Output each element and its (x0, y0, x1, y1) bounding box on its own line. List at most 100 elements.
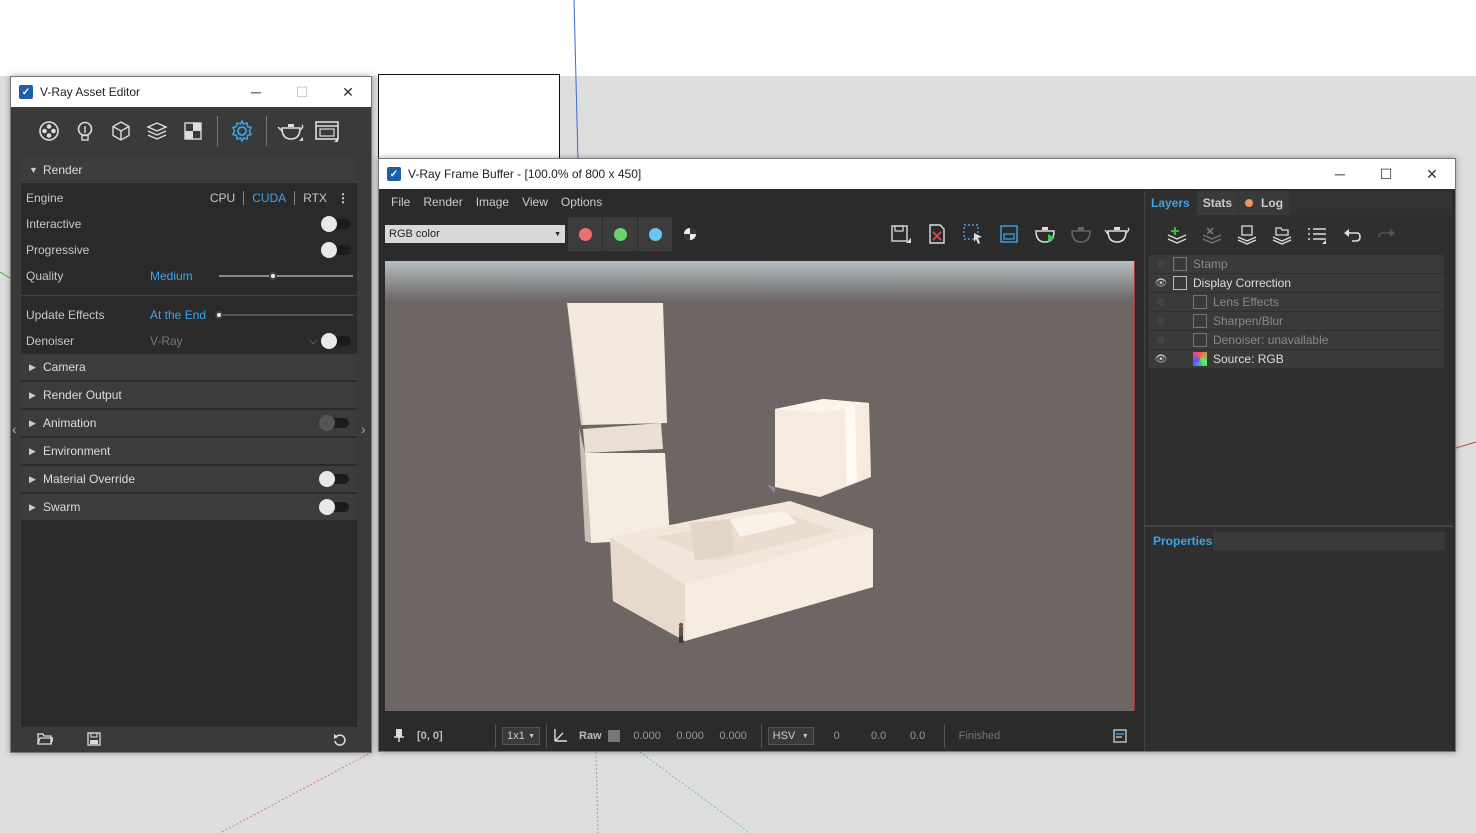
reset-icon[interactable] (333, 733, 347, 750)
visibility-off-icon[interactable]: ⊘ (1149, 316, 1173, 327)
menu-image[interactable]: Image (470, 195, 516, 209)
layer-item-display-correction[interactable]: 👁 Display Correction (1149, 274, 1444, 293)
section-render[interactable]: ▼ Render (21, 157, 357, 183)
chevron-down-icon[interactable]: ⌵ (309, 336, 317, 347)
layer-item-denoiser[interactable]: ⊘ Denoiser: unavailable (1149, 331, 1444, 350)
materials-icon[interactable] (31, 113, 67, 149)
section-swarm[interactable]: ▶ Swarm (21, 494, 357, 520)
section-material-override[interactable]: ▶ Material Override (21, 466, 357, 492)
collapse-left-arrow-icon[interactable]: ‹ (12, 421, 17, 437)
visibility-on-icon[interactable]: 👁 (1149, 354, 1173, 365)
toolbar-separator (217, 116, 218, 146)
stop-render-icon[interactable] (1063, 216, 1099, 252)
update-effects-slider[interactable] (215, 311, 353, 319)
animation-toggle[interactable] (319, 415, 349, 431)
quality-label: Quality (26, 269, 64, 283)
menu-file[interactable]: File (385, 195, 417, 209)
frame-buffer-icon[interactable] (309, 113, 345, 149)
close-button[interactable]: ✕ (1409, 159, 1455, 189)
lights-icon[interactable] (67, 113, 103, 149)
material-override-toggle[interactable] (319, 471, 349, 487)
engine-cpu-option[interactable]: CPU (202, 191, 243, 205)
section-environment[interactable]: ▶ Environment (21, 438, 357, 464)
pane-splitter[interactable] (1145, 525, 1453, 527)
geometry-icon[interactable] (103, 113, 139, 149)
minimize-button[interactable]: ─ (233, 77, 279, 107)
delete-layer-icon[interactable] (1194, 225, 1229, 245)
layers-icon[interactable] (139, 113, 175, 149)
engine-rtx-option[interactable]: RTX (295, 191, 335, 205)
color-mode-select[interactable]: HSV ▼ (767, 727, 814, 745)
region-render-icon[interactable] (955, 216, 991, 252)
maximize-button[interactable]: ☐ (279, 77, 325, 107)
visibility-on-icon[interactable]: 👁 (1149, 278, 1173, 289)
section-render-output[interactable]: ▶ Render Output (21, 382, 357, 408)
menu-render[interactable]: Render (417, 195, 469, 209)
tab-stats[interactable]: Stats (1196, 191, 1239, 215)
interactive-toggle[interactable] (321, 216, 351, 232)
layer-item-source-rgb[interactable]: 👁 Source: RGB (1149, 350, 1444, 369)
stamp-layer-icon (1173, 257, 1187, 271)
close-button[interactable]: ✕ (325, 77, 371, 107)
more-options-icon[interactable]: ⋮ (335, 191, 351, 205)
textures-icon[interactable] (175, 113, 211, 149)
visibility-off-icon[interactable]: ⊘ (1149, 259, 1173, 270)
redo-icon[interactable] (1369, 227, 1404, 243)
progressive-toggle[interactable] (321, 242, 351, 258)
color-picker-icon[interactable] (553, 727, 569, 746)
expand-right-arrow-icon[interactable]: › (361, 421, 366, 437)
save-layers-icon[interactable] (1229, 225, 1264, 245)
blue-channel-button[interactable] (638, 217, 672, 251)
clear-image-icon[interactable] (919, 216, 955, 252)
interactive-render-icon[interactable] (1027, 216, 1063, 252)
visibility-off-icon[interactable]: ⊘ (1149, 335, 1173, 346)
visibility-off-icon[interactable]: ⊘ (1149, 297, 1173, 308)
save-icon[interactable] (87, 731, 101, 749)
layer-item-stamp[interactable]: ⊘ Stamp (1149, 255, 1444, 274)
quality-slider-handle[interactable] (268, 272, 277, 280)
zoom-select[interactable]: 1x1 ▼ (502, 727, 540, 745)
save-image-icon[interactable] (883, 216, 919, 252)
render-viewport[interactable] (385, 261, 1135, 711)
vray-logo-icon: ✓ (19, 85, 33, 99)
maximize-button[interactable]: ☐ (1363, 159, 1409, 189)
render-icon[interactable] (273, 113, 309, 149)
engine-cuda-option[interactable]: CUDA (244, 191, 294, 205)
menu-view[interactable]: View (516, 195, 555, 209)
asset-editor-window: ✓ V-Ray Asset Editor ─ ☐ ✕ ‹ › ▼ Render … (10, 76, 372, 753)
minimize-button[interactable]: ─ (1317, 159, 1363, 189)
layer-presets-icon[interactable] (1299, 225, 1334, 245)
layer-item-sharpen-blur[interactable]: ⊘ Sharpen/Blur (1149, 312, 1444, 331)
section-camera[interactable]: ▶ Camera (21, 354, 357, 380)
quality-slider[interactable] (219, 272, 353, 280)
alpha-channel-button[interactable] (673, 217, 707, 251)
denoiser-value[interactable]: V-Ray (150, 334, 183, 348)
open-folder-icon[interactable] (37, 732, 54, 749)
pin-icon[interactable] (393, 727, 407, 746)
section-animation[interactable]: ▶ Animation (21, 410, 357, 436)
green-channel-icon (613, 227, 627, 241)
denoiser-toggle[interactable] (321, 333, 351, 349)
channel-select[interactable]: RGB color ▼ (385, 225, 565, 243)
collapsed-triangle-icon: ▶ (29, 389, 36, 400)
section-render-output-label: Render Output (43, 388, 122, 402)
history-icon[interactable] (1113, 729, 1127, 746)
tab-layers[interactable]: Layers (1145, 191, 1196, 215)
update-effects-slider-handle[interactable] (215, 311, 223, 319)
swarm-toggle[interactable] (319, 499, 349, 515)
status-separator (943, 724, 945, 748)
red-channel-button[interactable] (568, 217, 602, 251)
raw-checkbox[interactable] (607, 730, 620, 742)
interactive-row: Interactive (21, 211, 357, 237)
menu-options[interactable]: Options (555, 195, 609, 209)
layer-item-lens-effects[interactable]: ⊘ Lens Effects (1149, 293, 1444, 312)
add-layer-icon[interactable] (1159, 225, 1194, 245)
tab-log[interactable]: Log (1239, 191, 1290, 215)
green-channel-button[interactable] (603, 217, 637, 251)
render-settings-icon[interactable] (224, 113, 260, 149)
undo-icon[interactable] (1334, 227, 1369, 243)
frame-buffer-title: V-Ray Frame Buffer - [100.0% of 800 x 45… (408, 167, 642, 181)
load-layers-icon[interactable] (1264, 225, 1299, 245)
render-teapot-icon[interactable] (1099, 216, 1135, 252)
track-mouse-icon[interactable] (991, 216, 1027, 252)
